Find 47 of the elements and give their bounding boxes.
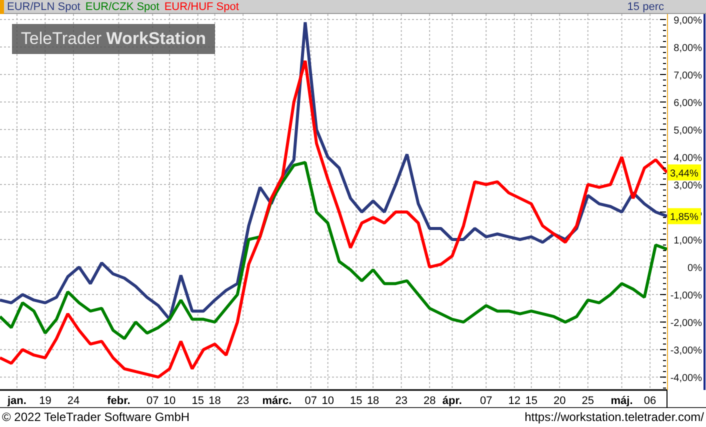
- x-axis-label: 25: [582, 395, 594, 407]
- value-badge: 3,44%: [668, 164, 701, 180]
- x-axis-label: 19: [39, 395, 52, 407]
- x-axis-label: 20: [553, 395, 566, 407]
- copyright-text: © 2022 TeleTrader Software GmbH: [2, 409, 190, 426]
- logo-text: TeleTrader WorkStation: [12, 24, 215, 54]
- x-axis-label: 06: [644, 395, 656, 407]
- marker-icon: [0, 0, 4, 14]
- value-badge: 1,85%: [668, 208, 701, 224]
- y-axis-label: 0%: [688, 263, 702, 274]
- x-axis-label: márc.: [262, 395, 292, 407]
- x-axis-label: 23: [236, 395, 250, 407]
- y-axis-label: -1,00%: [670, 290, 702, 302]
- y-axis-label: 1,00%: [674, 236, 702, 247]
- x-axis-label: 15: [192, 395, 204, 407]
- legend-label: EUR/HUF Spot: [164, 0, 239, 14]
- legend-label: EUR/PLN Spot: [7, 0, 80, 14]
- y-axis-label: 8,00%: [674, 43, 702, 54]
- y-axis-label: -2,00%: [670, 318, 702, 330]
- x-axis-label: 23: [395, 395, 408, 407]
- x-axis-label: febr.: [107, 395, 130, 407]
- x-axis-label: 07: [304, 395, 318, 407]
- x-axis-label: 15: [525, 395, 538, 407]
- website-link[interactable]: https://workstation.teletrader.com/: [524, 408, 704, 427]
- y-axis-label: -3,00%: [670, 346, 702, 357]
- x-axis-label: máj.: [610, 395, 633, 407]
- x-axis-label: 24: [67, 395, 80, 407]
- y-axis-label: -4,00%: [670, 373, 702, 384]
- x-axis-label: jan.: [7, 395, 26, 407]
- x-axis-label: 07: [146, 395, 159, 407]
- x-axis-label: 07: [480, 395, 492, 407]
- x-axis-label: 12: [508, 395, 520, 407]
- y-axis-label: 5,00%: [674, 126, 702, 137]
- y-axis-label: 6,00%: [674, 98, 702, 110]
- x-axis-label: 10: [322, 395, 334, 407]
- y-axis-label: 9,00%: [674, 16, 702, 26]
- y-axis-label: 7,00%: [674, 70, 702, 82]
- y-axis-label: 4,00%: [674, 153, 702, 164]
- x-axis-label: ápr.: [442, 395, 462, 407]
- y-axis-label: 3,00%: [674, 180, 702, 192]
- x-axis-label: 10: [163, 395, 176, 407]
- interval-label: 15 perc: [627, 0, 664, 14]
- legend-label: EUR/CZK Spot: [85, 0, 160, 14]
- x-axis-label: 18: [366, 395, 380, 407]
- x-axis-label: 18: [208, 395, 221, 407]
- x-axis-label: 28: [423, 395, 436, 407]
- x-axis-label: 15: [350, 395, 362, 407]
